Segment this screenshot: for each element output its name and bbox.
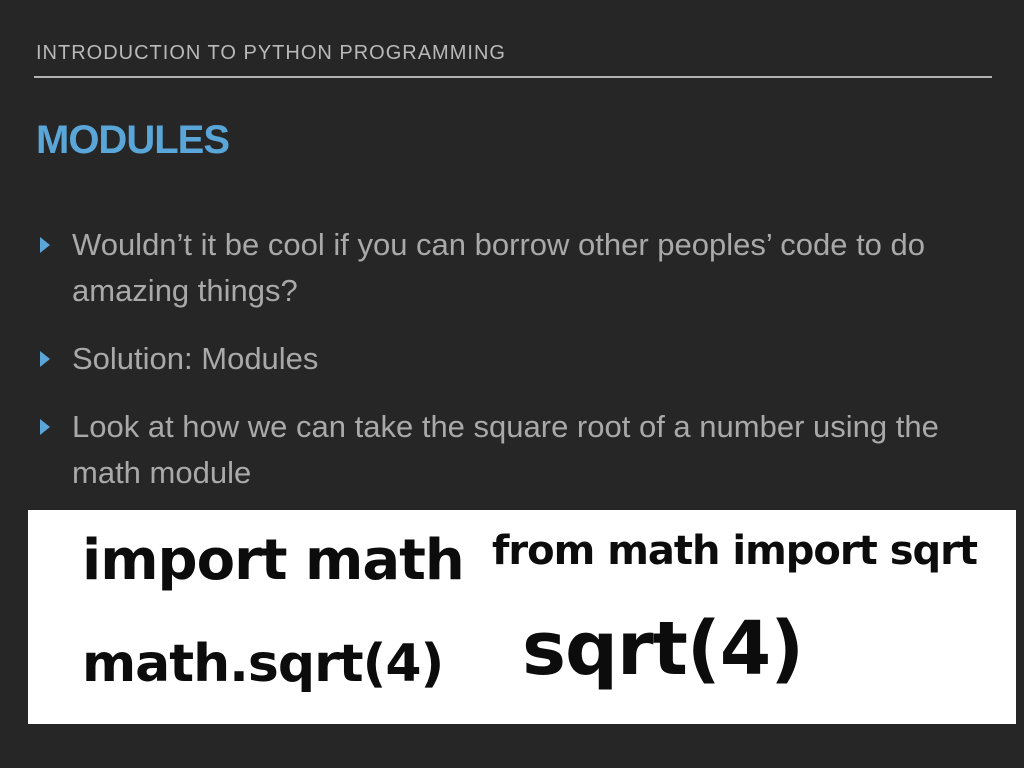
header-divider — [34, 76, 992, 78]
code-example-panel: import math math.sqrt(4) from math impor… — [28, 510, 1016, 724]
triangle-bullet-icon — [40, 237, 50, 253]
code-sqrt-call: sqrt(4) — [522, 606, 804, 692]
slide-header: INTRODUCTION TO PYTHON PROGRAMMING — [36, 42, 506, 64]
bullet-list: Wouldn’t it be cool if you can borrow ot… — [36, 222, 986, 518]
bullet-text: Look at how we can take the square root … — [72, 409, 939, 490]
triangle-bullet-icon — [40, 351, 50, 367]
bullet-text: Wouldn’t it be cool if you can borrow ot… — [72, 227, 926, 308]
triangle-bullet-icon — [40, 419, 50, 435]
slide-title: MODULES — [36, 118, 230, 162]
bullet-text: Solution: Modules — [72, 341, 319, 376]
slide: INTRODUCTION TO PYTHON PROGRAMMING MODUL… — [0, 0, 1024, 768]
code-import-math: import math — [82, 528, 465, 593]
bullet-item: Solution: Modules — [36, 336, 986, 382]
bullet-item: Look at how we can take the square root … — [36, 404, 986, 496]
bullet-item: Wouldn’t it be cool if you can borrow ot… — [36, 222, 986, 314]
code-math-sqrt-call: math.sqrt(4) — [82, 634, 444, 694]
code-from-math-import-sqrt: from math import sqrt — [492, 528, 978, 574]
